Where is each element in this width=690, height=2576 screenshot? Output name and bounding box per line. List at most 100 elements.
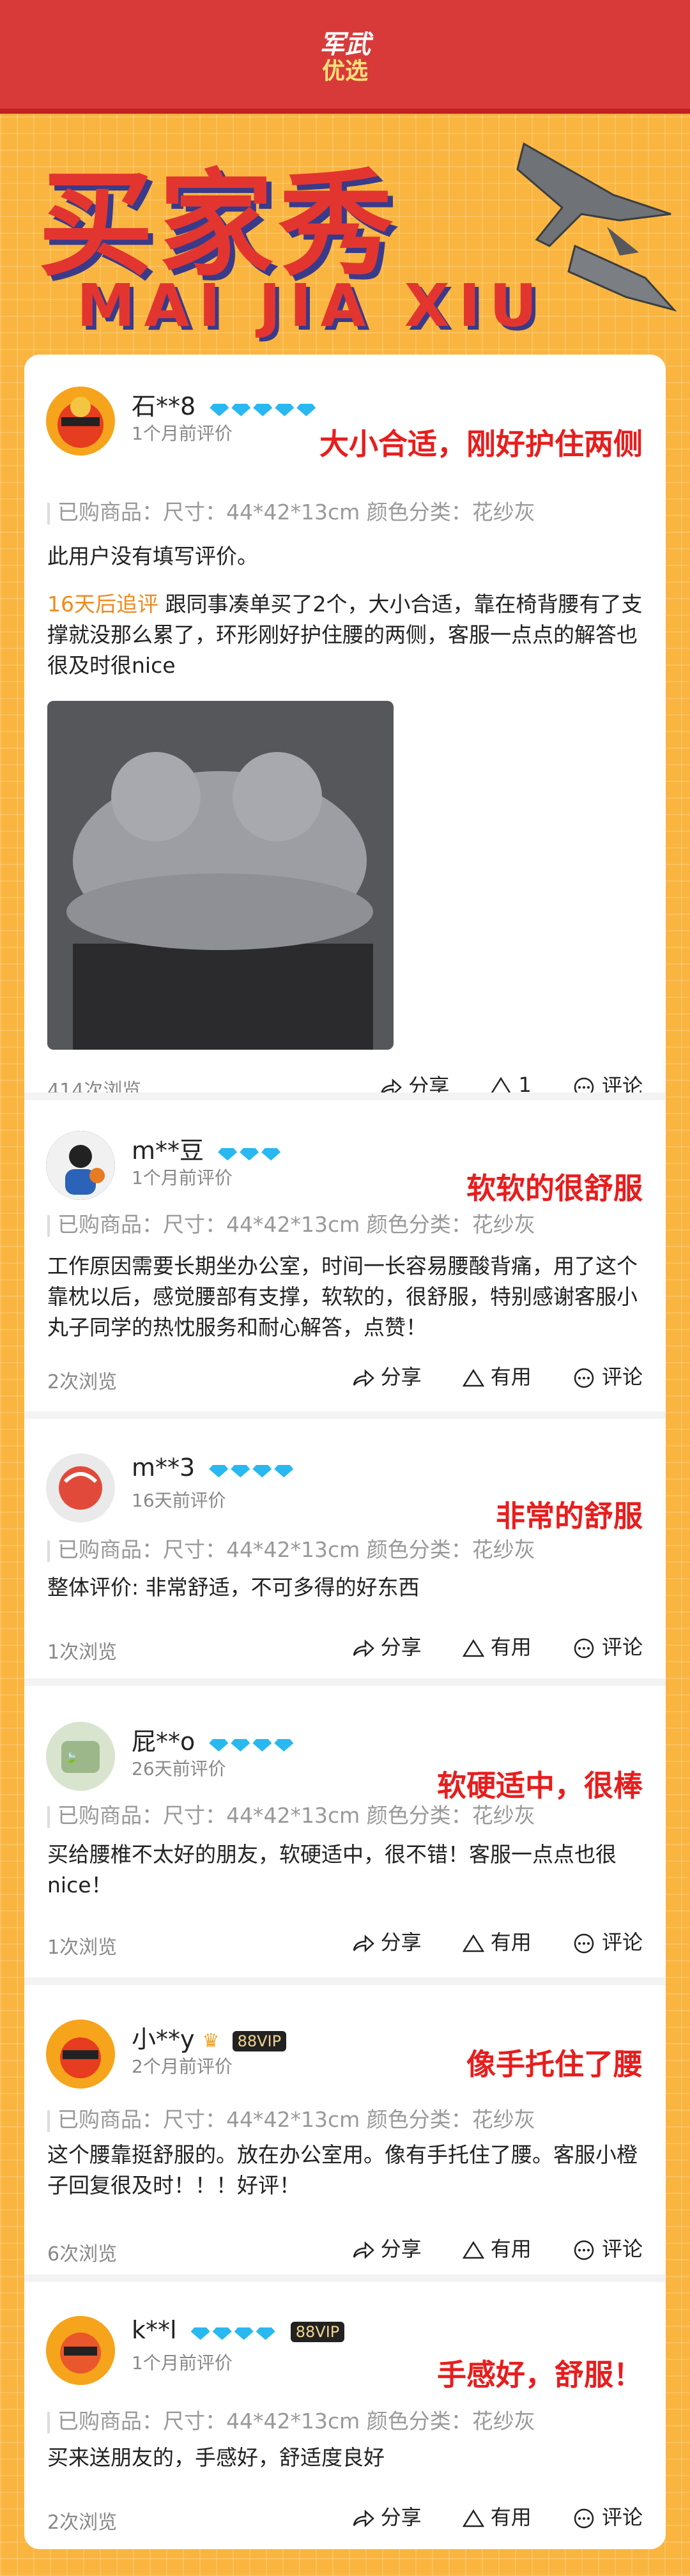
gem-level-icon [190, 2318, 278, 2346]
review-text: 买给腰椎不太好的朋友，软硬适中，很不错！客服一点点也很nice！ [47, 1842, 617, 1897]
product-spec: 已购商品：尺寸：44*42*13cm 颜色分类：花纱灰 [57, 1537, 535, 1562]
review-time: 16天前评价 [132, 1490, 226, 1511]
comment-button[interactable]: 评论 [572, 2501, 643, 2531]
view-count: 2次浏览 [47, 1371, 118, 1393]
divider [24, 1411, 666, 1419]
review-headline: 软软的很舒服 [466, 1171, 643, 1206]
share-icon [353, 1369, 374, 1387]
review-item: m**豆 1个月前评价 软软的很舒服 已购商品：尺寸：44*42*13cm 颜色… [24, 1126, 666, 1394]
purchased-product: 已购商品：尺寸：44*42*13cm 颜色分类：花纱灰 [47, 1798, 535, 1829]
share-button[interactable]: 分享 [351, 1631, 422, 1660]
comment-icon [574, 1638, 594, 1659]
review-headline: 大小合适，刚好护住两侧 [319, 427, 643, 461]
followup-review: 16天后追评 跟同事凑单买了2个，大小合适，靠在椅背腰有了支撑就没那么累了，环形… [47, 589, 648, 681]
brand-line2: 优选 [321, 58, 368, 84]
view-count: 1次浏览 [47, 1936, 118, 1959]
review-text: 买来送朋友的，手感好，舒适度良好 [47, 2445, 385, 2470]
share-button[interactable]: 分享 [351, 2501, 422, 2531]
review-headline: 像手托住了腰 [466, 2047, 643, 2082]
review-text: 工作原因需要长期坐办公室，时间一长容易腰酸背痛，用了这个靠枕以后，感觉腰部有支撑… [47, 1254, 638, 1340]
review-time: 1个月前评价 [132, 1167, 233, 1188]
avatar[interactable] [46, 1131, 115, 1200]
username: 石**8 [132, 392, 196, 420]
like-button[interactable]: 有用 [462, 1631, 532, 1660]
comment-icon [574, 1368, 594, 1388]
share-button[interactable]: 分享 [351, 1361, 422, 1390]
review-actions: 分享 有用 评论 [317, 1926, 643, 1956]
username-row: 小**y ♛ 88VIP [132, 2020, 287, 2055]
review-item: 🍃 屁**o 26天前评价 软硬适中，很棒 已购商品：尺寸：44*42*13cm… [24, 1717, 666, 1985]
review-text: 此用户没有填写评价。 [47, 544, 258, 569]
review-time: 26天前评价 [132, 1758, 226, 1779]
review-item: k**l 88VIP 1个月前评价 手感好，舒服！ 已购商品：尺寸：44*42*… [24, 2311, 666, 2547]
share-icon [353, 2241, 374, 2259]
review-actions: 分享 有用 评论 [317, 1631, 643, 1660]
comment-icon [574, 2240, 594, 2260]
username: m**3 [132, 1453, 195, 1482]
like-button[interactable]: 有用 [462, 1361, 532, 1390]
avatar[interactable] [46, 387, 115, 456]
review-actions: 分享 有用 评论 [317, 2233, 643, 2262]
review-photo[interactable] [47, 701, 394, 1050]
product-spec: 已购商品：尺寸：44*42*13cm 颜色分类：花纱灰 [57, 2409, 535, 2434]
username: k**l [132, 2316, 177, 2344]
gem-level-icon [209, 1455, 296, 1483]
comment-button[interactable]: 评论 [572, 1361, 643, 1390]
product-spec: 已购商品：尺寸：44*42*13cm 颜色分类：花纱灰 [57, 1803, 535, 1828]
triangle-up-icon [462, 1639, 485, 1657]
comment-button[interactable]: 评论 [572, 1926, 643, 1956]
review-item: m**3 16天前评价 非常的舒服 已购商品：尺寸：44*42*13cm 颜色分… [24, 1448, 666, 1685]
divider [24, 1678, 666, 1686]
product-spec: 已购商品：尺寸：44*42*13cm 颜色分类：花纱灰 [57, 1212, 535, 1237]
gem-level-icon [210, 394, 318, 422]
vip-badge: 88VIP [232, 2030, 287, 2051]
share-icon [353, 1935, 374, 1952]
comment-icon [574, 2508, 594, 2529]
top-banner: 军武 优选 [0, 0, 690, 114]
like-button[interactable]: 有用 [462, 1926, 532, 1956]
share-button[interactable]: 分享 [351, 1926, 422, 1956]
brand-line1: 军武 [319, 30, 371, 59]
review-time: 1个月前评价 [132, 423, 233, 444]
vip-badge: 88VIP [290, 2321, 345, 2342]
triangle-up-icon [462, 2241, 485, 2259]
purchased-product: 已购商品：尺寸：44*42*13cm 颜色分类：花纱灰 [47, 1208, 535, 1238]
triangle-up-icon [462, 1934, 485, 1952]
divider [24, 1092, 666, 1100]
purchased-product: 已购商品：尺寸：44*42*13cm 颜色分类：花纱灰 [47, 1533, 535, 1563]
comment-button[interactable]: 评论 [572, 1631, 643, 1660]
share-icon [353, 1639, 374, 1657]
triangle-up-icon [462, 2509, 485, 2527]
review-headline: 手感好，舒服！ [437, 2358, 643, 2392]
purchased-product: 已购商品：尺寸：44*42*13cm 颜色分类：花纱灰 [47, 495, 535, 526]
like-button[interactable]: 有用 [462, 2233, 532, 2262]
review-headline: 非常的舒服 [496, 1499, 643, 1533]
fighter-jet-icon [516, 142, 677, 312]
username-row: k**l 88VIP [132, 2316, 345, 2346]
username: 屁**o [132, 1728, 195, 1756]
avatar[interactable] [46, 2316, 115, 2385]
purchased-product: 已购商品：尺寸：44*42*13cm 颜色分类：花纱灰 [47, 2404, 535, 2435]
reviews-card: 石**8 1个月前评价 大小合适，刚好护住两侧 已购商品：尺寸：44*42*13… [24, 355, 666, 2549]
gem-level-icon [209, 1729, 296, 1758]
review-text: 整体评价: 非常舒适，不可多得的好东西 [47, 1575, 420, 1600]
comment-button[interactable]: 评论 [572, 2233, 643, 2262]
review-item: 石**8 1个月前评价 大小合适，刚好护住两侧 已购商品：尺寸：44*42*13… [24, 381, 666, 1102]
username-row: m**豆 [132, 1131, 283, 1167]
review-item: 小**y ♛ 88VIP 2个月前评价 像手托住了腰 已购商品：尺寸：44*42… [24, 2014, 666, 2283]
view-count: 2次浏览 [47, 2511, 118, 2534]
review-actions: 分享 有用 评论 [317, 1361, 643, 1390]
username-row: m**3 [132, 1453, 296, 1483]
product-spec: 已购商品：尺寸：44*42*13cm 颜色分类：花纱灰 [57, 500, 535, 525]
review-actions: 分享 有用 评论 [317, 2501, 643, 2531]
username: m**豆 [132, 1137, 204, 1165]
like-button[interactable]: 有用 [462, 2501, 532, 2531]
followup-label: 16天后追评 [47, 592, 158, 617]
avatar[interactable] [46, 2020, 115, 2089]
review-time: 2个月前评价 [132, 2056, 233, 2077]
view-count: 6次浏览 [47, 2243, 118, 2266]
avatar[interactable]: 🍃 [46, 1722, 115, 1791]
share-icon [353, 2510, 374, 2527]
avatar[interactable] [46, 1453, 115, 1522]
share-button[interactable]: 分享 [351, 2233, 422, 2262]
